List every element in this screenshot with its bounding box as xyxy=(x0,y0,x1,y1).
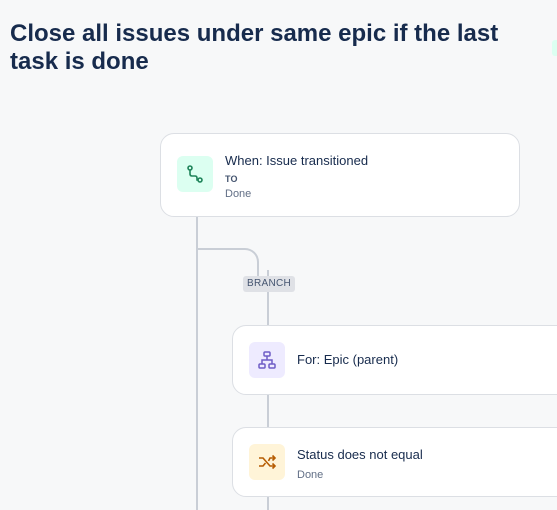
condition-card[interactable]: Status does not equal Done xyxy=(232,427,557,497)
shuffle-icon xyxy=(249,444,285,480)
trigger-title: When: Issue transitioned xyxy=(225,153,369,168)
rule-editor-canvas: Close all issues under same epic if the … xyxy=(0,0,557,510)
branch-badge: BRANCH xyxy=(243,276,296,292)
rule-title: Close all issues under same epic if the … xyxy=(10,20,499,75)
condition-value: Done xyxy=(297,469,324,481)
hierarchy-icon xyxy=(249,342,285,378)
trigger-to-value: Done xyxy=(225,188,252,200)
status-tag xyxy=(552,40,557,56)
branch-flow-line xyxy=(267,394,269,428)
condition-title: Status does not equal xyxy=(297,447,423,462)
branch-card[interactable]: For: Epic (parent) xyxy=(232,325,557,395)
branch-title: For: Epic (parent) xyxy=(297,352,399,367)
branch-connector xyxy=(197,248,259,276)
trigger-card[interactable]: When: Issue transitioned TO Done xyxy=(160,133,520,217)
branch-flow-line xyxy=(267,496,269,510)
trigger-to-label: TO xyxy=(225,174,238,184)
issue-transitioned-icon xyxy=(177,156,213,192)
